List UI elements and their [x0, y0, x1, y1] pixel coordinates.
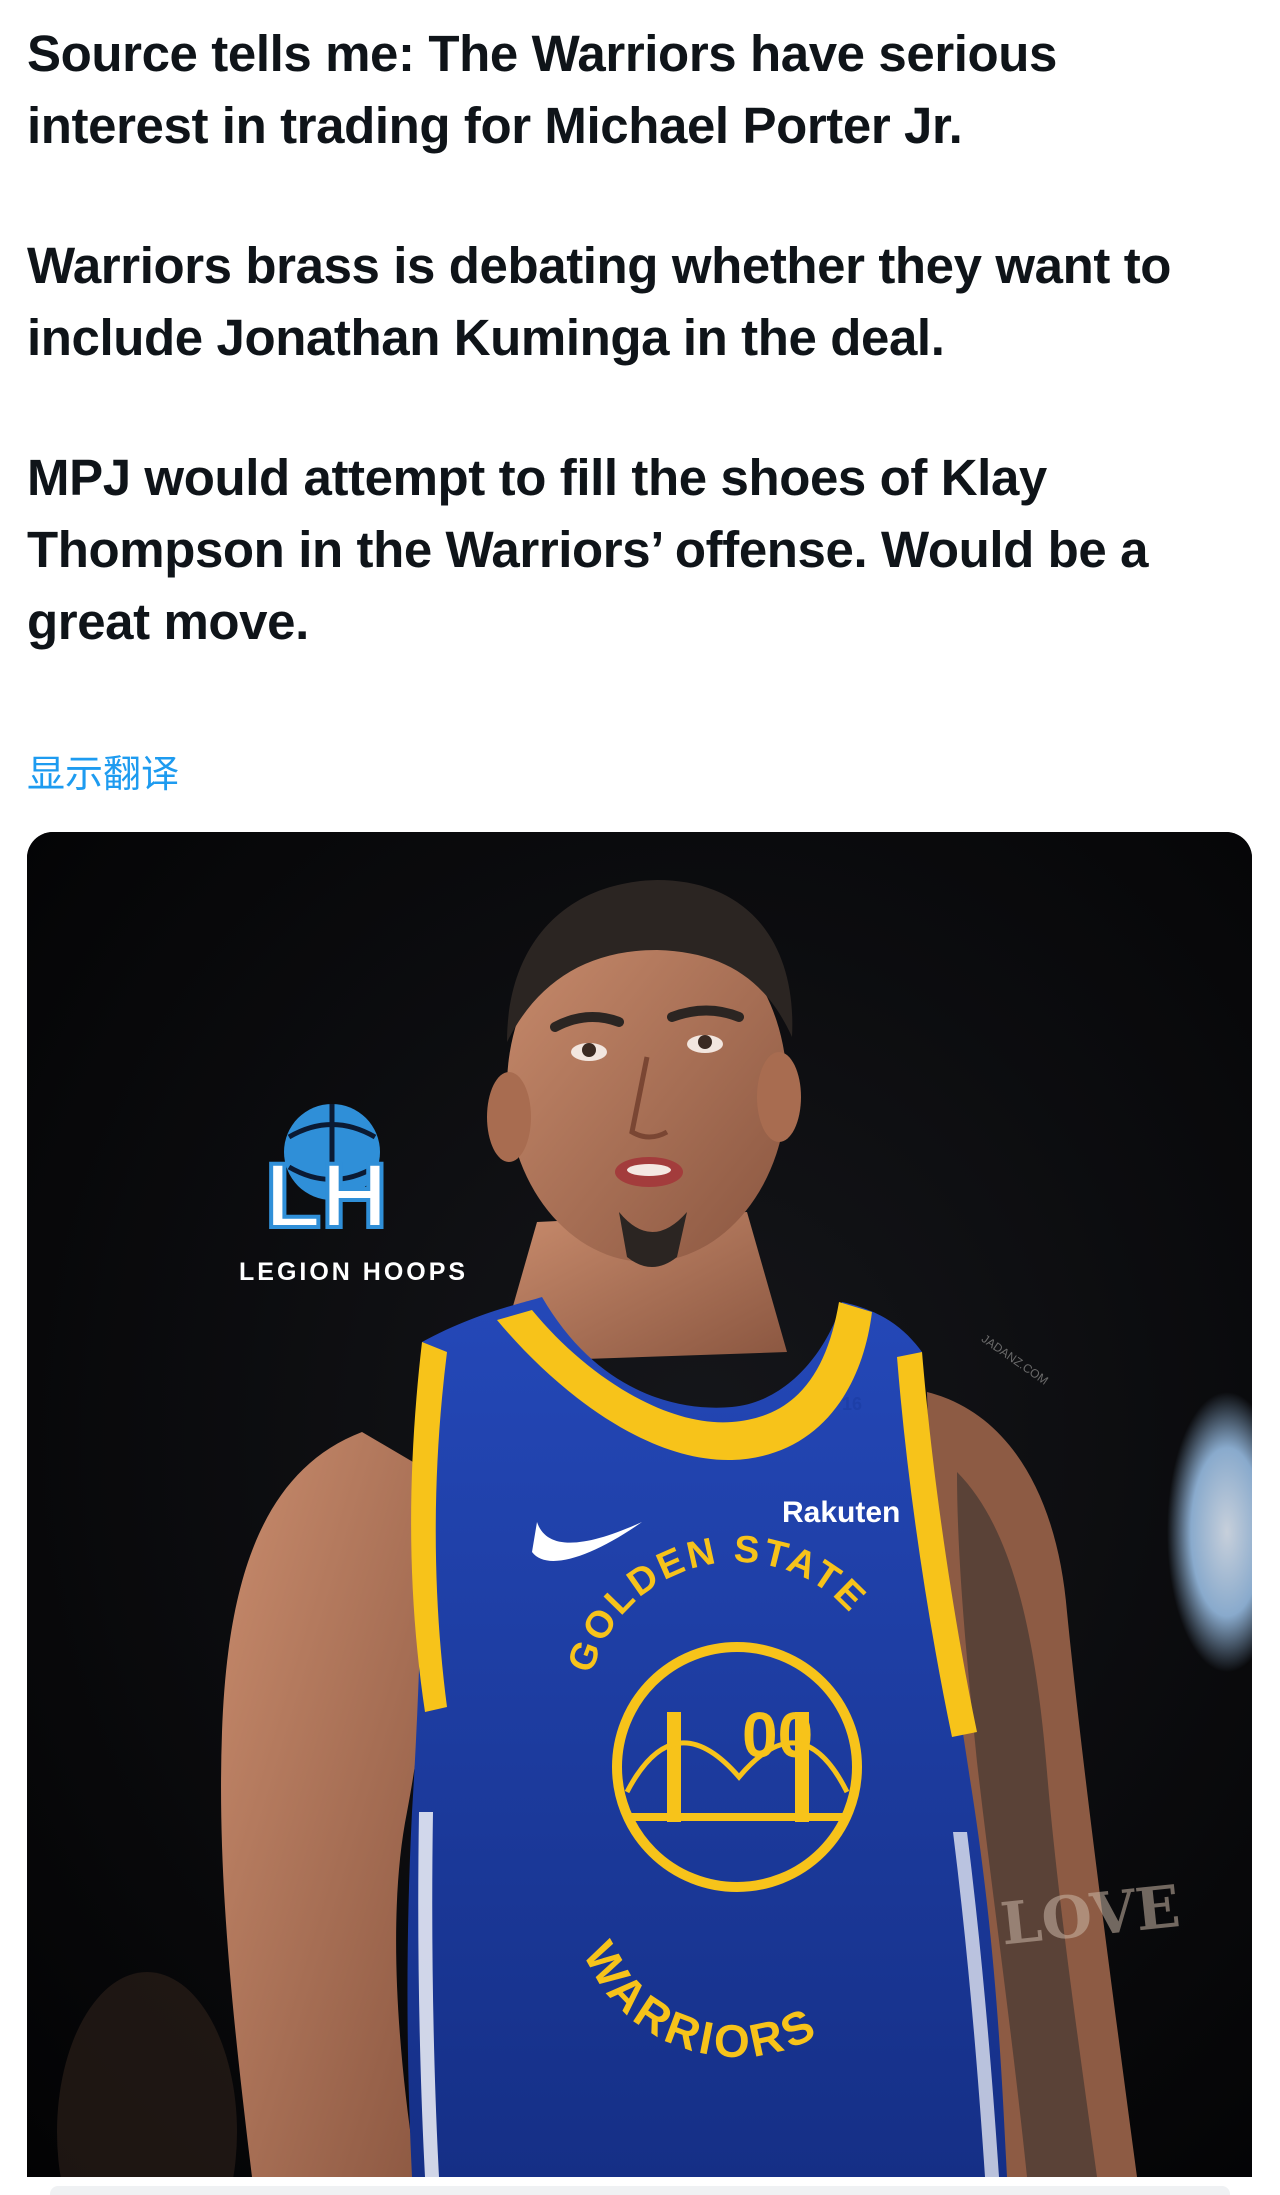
jersey-patch-number: 16 [842, 1394, 862, 1414]
jersey-number: 00 [742, 1699, 813, 1771]
sponsor-patch: Rakuten [782, 1496, 900, 1529]
tweet-paragraph-3: MPJ would attempt to fill the shoes of K… [27, 449, 1149, 650]
logo-lettering: LH [265, 1145, 388, 1247]
tweet-media-image[interactable]: LOVE Rakuten 16 GOLDEN STATE WARRIORS 00 [27, 832, 1252, 2177]
next-card-edge [50, 2186, 1230, 2195]
logo-caption: LEGION HOOPS [239, 1258, 468, 1286]
show-translation-link[interactable]: 显示翻译 [27, 748, 179, 800]
tweet-paragraph-2: Warriors brass is debating whether they … [27, 237, 1172, 366]
tweet-text: Source tells me: The Warriors have serio… [27, 18, 1247, 726]
player-photo: LOVE Rakuten 16 GOLDEN STATE WARRIORS 00 [27, 832, 1252, 2177]
tweet-paragraph-1: Source tells me: The Warriors have serio… [27, 25, 1058, 154]
